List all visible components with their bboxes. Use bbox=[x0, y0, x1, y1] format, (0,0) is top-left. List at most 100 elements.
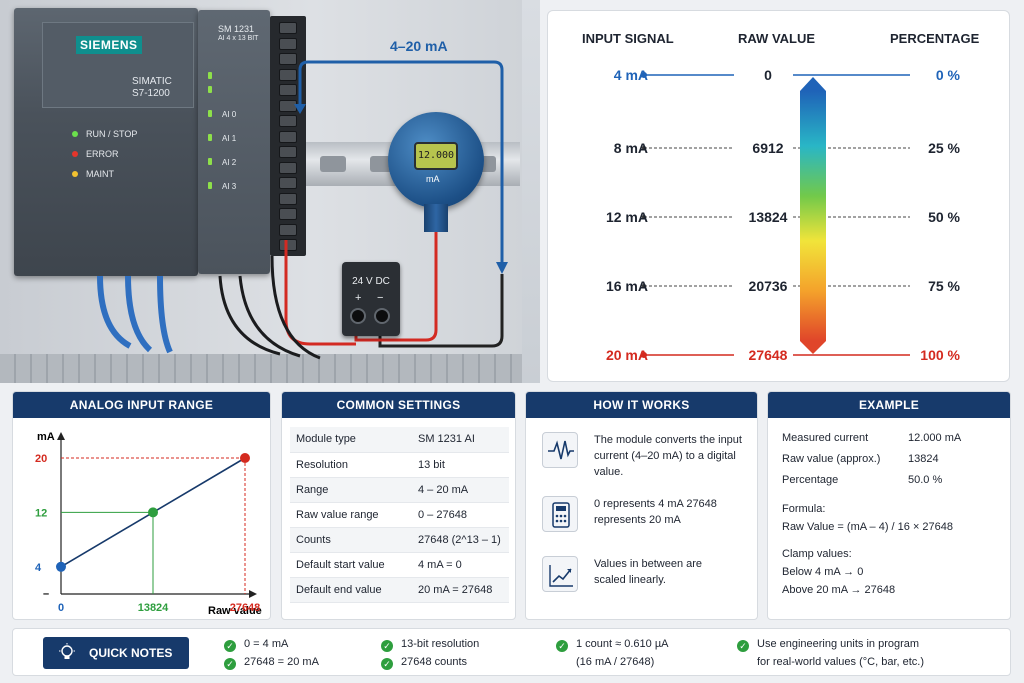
setting-key: Module type bbox=[290, 427, 412, 453]
clamp-label: Clamp values: bbox=[782, 548, 852, 560]
formula-label: Formula: bbox=[782, 503, 826, 515]
check-icon: ✓ bbox=[224, 640, 236, 652]
raw-value: 13824 bbox=[748, 209, 788, 225]
percent-value: 100 % bbox=[920, 347, 960, 363]
table-row: Resolution 13 bit bbox=[290, 452, 509, 478]
percent-value: 25 % bbox=[928, 140, 960, 156]
setting-key: Default start value bbox=[290, 552, 412, 578]
table-row: Module type SM 1231 AI bbox=[290, 427, 509, 453]
example-label: Percentage bbox=[782, 474, 839, 486]
arrow-icon bbox=[294, 104, 306, 114]
waveform-icon bbox=[542, 432, 578, 468]
formula: Raw Value = (mA – 4) / 16 × 27648 bbox=[782, 521, 954, 533]
lightbulb-icon bbox=[57, 643, 77, 675]
note-text: 1 count ≈ 0.610 µA bbox=[576, 638, 669, 650]
cables bbox=[97, 275, 173, 354]
y-tick-label: 4 bbox=[35, 562, 42, 574]
card-title: EXAMPLE bbox=[768, 392, 1010, 418]
range-mapping-panel: INPUT SIGNAL RAW VALUE PERCENTAGE 4 mA 0… bbox=[547, 10, 1010, 382]
raw-value: 0 bbox=[764, 67, 772, 83]
table-row: Range 4 – 20 mA bbox=[290, 477, 509, 503]
setting-value: 27648 (2^13 – 1) bbox=[412, 527, 509, 553]
note-item: ✓ 1 count ≈ 0.610 µA (16 mA / 27648) bbox=[556, 635, 669, 671]
quick-notes-bar: QUICK NOTES ✓ 0 = 4 mA ✓ 27648 = 20 mA ✓ 13-… bbox=[12, 628, 1011, 676]
example-value: 12.000 mA bbox=[908, 432, 962, 444]
power-supply: 24 V DC + − bbox=[342, 262, 400, 336]
raw-value: 20736 bbox=[748, 278, 788, 294]
input-value: 8 mA bbox=[613, 140, 648, 156]
setting-key: Range bbox=[290, 477, 412, 503]
setting-value: 4 mA = 0 bbox=[412, 552, 509, 578]
setting-key: Resolution bbox=[290, 452, 412, 478]
x-tick-label: 13824 bbox=[138, 602, 169, 614]
note-text: 13-bit resolution bbox=[401, 638, 480, 650]
table-row: Raw value range 0 – 27648 bbox=[290, 502, 509, 528]
percent-value: 0 % bbox=[935, 67, 960, 83]
header-raw-value: RAW VALUE bbox=[738, 31, 816, 46]
how-text: Values in between are scaled linearly. bbox=[594, 558, 703, 586]
psu-terminal bbox=[374, 308, 390, 324]
input-value: 12 mA bbox=[605, 209, 648, 225]
example-card: EXAMPLE Measured current 12.000 mA Raw va… bbox=[767, 391, 1011, 620]
arrow-right-icon bbox=[249, 590, 257, 598]
settings-table: Module type SM 1231 AI Resolution 13 bit R… bbox=[290, 427, 509, 603]
note-item: ✓ 13-bit resolution ✓ 27648 counts bbox=[381, 635, 479, 671]
analog-range-chart: mA Raw value – 412200 13824 27648 bbox=[35, 431, 262, 617]
example-row: Percentage 50.0 % bbox=[782, 474, 942, 486]
data-point bbox=[148, 507, 158, 518]
setting-key: Counts bbox=[290, 527, 412, 553]
data-point bbox=[240, 453, 250, 463]
header-percentage: PERCENTAGE bbox=[890, 31, 980, 46]
card-title: ANALOG INPUT RANGE bbox=[13, 392, 270, 418]
how-text: The module converts the input current (4… bbox=[594, 434, 742, 478]
psu-terminal bbox=[350, 308, 366, 324]
example-row: Raw value (approx.) 13824 bbox=[782, 453, 939, 465]
common-settings-card: COMMON SETTINGS Module type SM 1231 AI Re… bbox=[281, 391, 516, 620]
example-label: Measured current bbox=[782, 432, 869, 444]
setting-key: Raw value range bbox=[290, 502, 412, 528]
psu-minus: − bbox=[377, 292, 384, 304]
check-icon: ✓ bbox=[381, 640, 393, 652]
setting-value: 20 mA = 27648 bbox=[412, 577, 509, 603]
pressure-transmitter: 12.000 mA bbox=[388, 112, 484, 232]
card-title: HOW IT WORKS bbox=[526, 392, 757, 418]
zero-dash: – bbox=[43, 588, 49, 600]
setting-value: 4 – 20 mA bbox=[412, 477, 509, 503]
transmitter-unit: mA bbox=[426, 174, 440, 184]
setting-value: 0 – 27648 bbox=[412, 502, 509, 528]
note-text: 27648 counts bbox=[401, 656, 468, 668]
table-row: Counts 27648 (2^13 – 1) bbox=[290, 527, 509, 553]
data-point bbox=[56, 561, 66, 572]
note-text: (16 mA / 27648) bbox=[576, 656, 655, 668]
psu-label: 24 V DC bbox=[352, 276, 390, 287]
arrow-up-icon bbox=[57, 432, 65, 440]
psu-plus: + bbox=[355, 292, 362, 304]
table-row: Default end value 20 mA = 27648 bbox=[290, 577, 509, 603]
clamp-low: Below 4 mA → 0 bbox=[782, 566, 864, 578]
note-text: 27648 = 20 mA bbox=[244, 656, 319, 668]
note-text: 0 = 4 mA bbox=[244, 638, 289, 650]
y-tick-label: 12 bbox=[35, 507, 47, 519]
how-it-works-card: HOW IT WORKS The module converts the inp… bbox=[525, 391, 758, 620]
y-axis-label: mA bbox=[37, 431, 55, 443]
quick-notes-title: QUICK NOTES bbox=[89, 646, 173, 660]
y-tick-label: 20 bbox=[35, 453, 47, 465]
trend-chart-icon bbox=[542, 556, 578, 592]
clamp-high: Above 20 mA → 27648 bbox=[782, 584, 896, 596]
transmitter-display: 12.000 bbox=[414, 142, 458, 170]
header-input-signal: INPUT SIGNAL bbox=[582, 31, 674, 46]
x-tick-label: 0 bbox=[58, 602, 64, 614]
setting-value: SM 1231 AI bbox=[412, 427, 509, 453]
transmitter-neck bbox=[424, 204, 448, 232]
note-text: Use engineering units in program bbox=[757, 638, 920, 650]
analog-range-card: ANALOG INPUT RANGE mA Raw value – 4 12 20 0… bbox=[12, 391, 271, 620]
note-item: ✓ Use engineering units in program for rea… bbox=[737, 635, 924, 671]
example-label: Raw value (approx.) bbox=[782, 453, 881, 465]
percent-value: 75 % bbox=[928, 278, 960, 294]
note-item: ✓ 0 = 4 mA ✓ 27648 = 20 mA bbox=[224, 635, 319, 671]
how-text: 0 represents 4 mA 27648 represents 20 mA bbox=[594, 498, 717, 526]
table-row: Default start value 4 mA = 0 bbox=[290, 552, 509, 578]
calculator-icon bbox=[542, 496, 578, 532]
example-value: 13824 bbox=[908, 453, 939, 465]
percent-value: 50 % bbox=[928, 209, 960, 225]
